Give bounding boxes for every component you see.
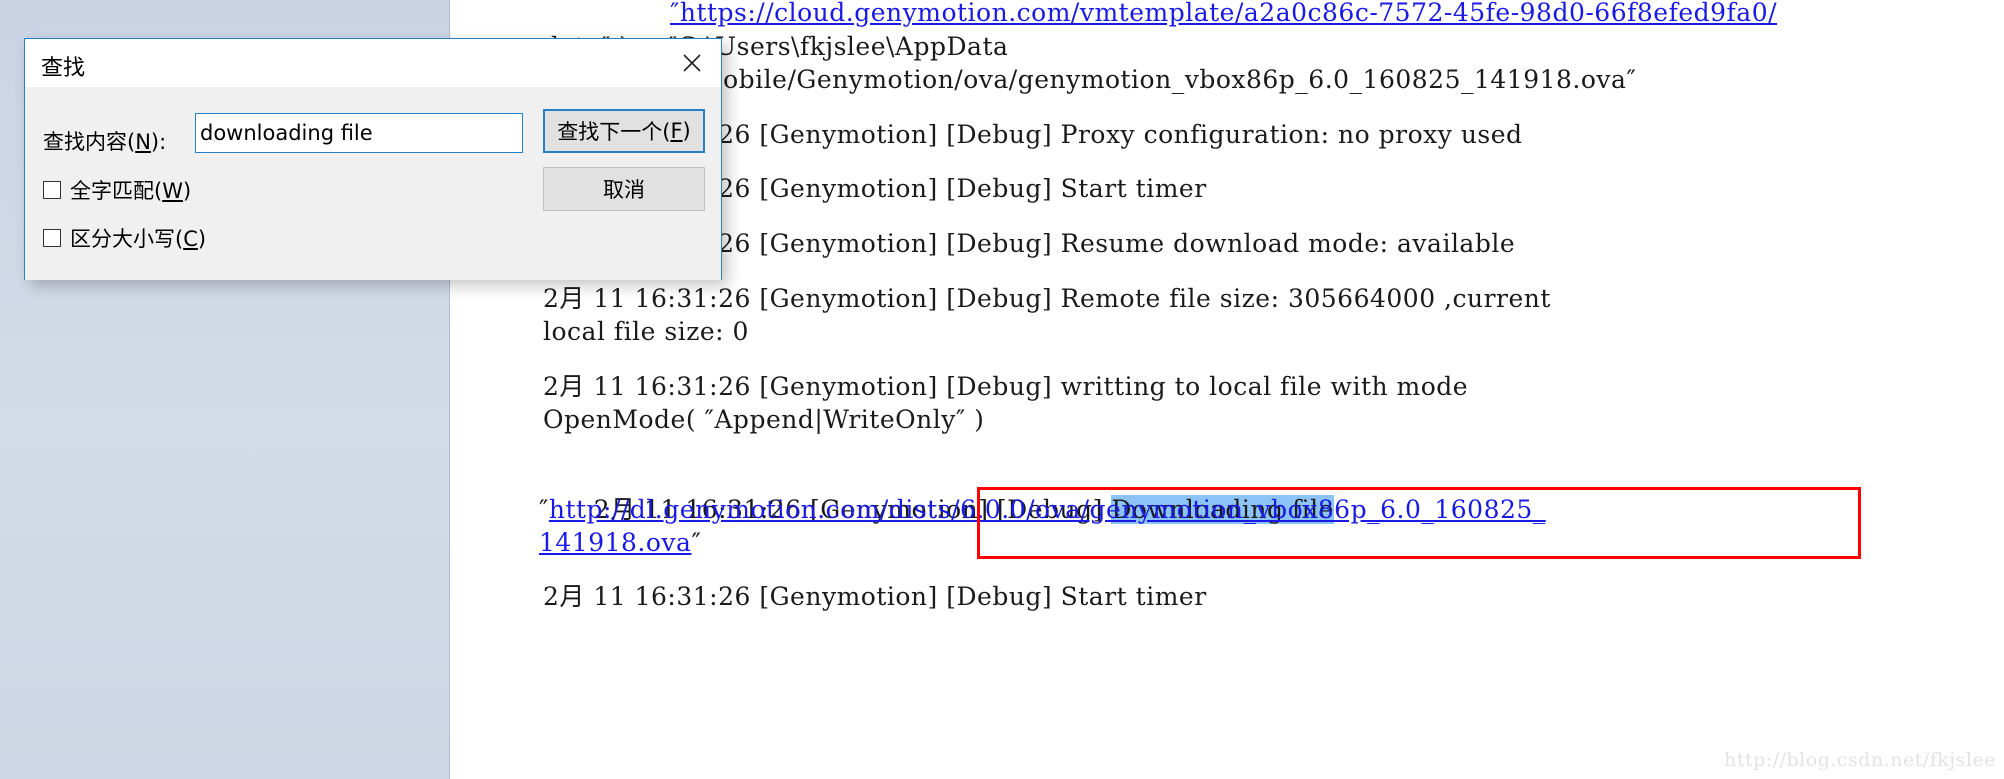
find-what-accesskey: N (135, 130, 151, 154)
find-dialog: 查找 查找内容(N): 全字匹配(W) 区分大小写(C) 查找下一个(F) 取消 (24, 38, 722, 280)
checkbox-match-case[interactable]: 区分大小写(C) (43, 223, 206, 253)
log-line: 2月 11 16:31:26 [Genymotion] [Debug] Star… (543, 582, 1207, 611)
quote-glyph: ″ (691, 528, 702, 557)
download-url-link[interactable]: http://dl.genymotion.com/dists/6.0.0/ova… (549, 495, 1546, 524)
download-url-link-cont[interactable]: 141918.ova (539, 528, 691, 557)
cancel-label: 取消 (603, 178, 645, 202)
find-what-label: 查找内容(N): (43, 126, 166, 156)
find-what-label-pre: 查找内容( (43, 130, 136, 154)
close-icon-glyph (683, 54, 701, 72)
find-next-accesskey: F (670, 119, 683, 143)
cb-whole-post: ) (182, 179, 192, 203)
checkbox-whole-word[interactable]: 全字匹配(W) (43, 175, 191, 205)
find-next-label-post: ) (682, 119, 691, 143)
close-icon[interactable] (663, 39, 721, 87)
log-line-url-boxed-1: ″http://dl.genymotion.com/dists/6.0.0/ov… (539, 493, 1546, 527)
dialog-title: 查找 (41, 56, 86, 81)
log-line: 2月 11 16:31:26 [Genymotion] [Debug] Remo… (543, 284, 1551, 313)
checkbox-box-match-case[interactable] (43, 229, 61, 247)
cb-case-post: ) (197, 227, 207, 251)
search-input[interactable] (195, 113, 523, 153)
log-line: 2月 11 16:31:26 [Genymotion] [Debug] writ… (543, 372, 1469, 401)
checkbox-whole-word-label: 全字匹配(W) (70, 175, 191, 205)
checkbox-match-case-label: 区分大小写(C) (70, 223, 206, 253)
checkbox-box-whole-word[interactable] (43, 181, 61, 199)
log-line: local file size: 0 (543, 317, 749, 346)
cb-case-key: C (183, 227, 198, 251)
dialog-title-bar: 查找 (25, 39, 721, 87)
find-next-label-pre: 查找下一个( (557, 120, 671, 144)
log-line-url-top[interactable]: ″https://cloud.genymotion.com/vmtemplate… (670, 0, 1777, 30)
cb-case-pre: 区分大小写( (70, 227, 184, 251)
log-line: OpenMode( ″Append|WriteOnly″ ) (543, 405, 985, 434)
find-next-button[interactable]: 查找下一个(F) (543, 109, 705, 153)
cancel-button[interactable]: 取消 (543, 167, 705, 211)
dialog-body: 查找内容(N): 全字匹配(W) 区分大小写(C) 查找下一个(F) 取消 (25, 87, 721, 280)
log-line-url-boxed-2: 141918.ova″ (539, 526, 701, 560)
find-what-label-post: ): (150, 130, 167, 154)
quote-glyph: ″ (539, 495, 549, 524)
cb-whole-pre: 全字匹配( (70, 179, 163, 203)
blog-watermark: http://blog.csdn.net/fkjslee (1724, 749, 1996, 771)
cb-whole-key: W (162, 179, 183, 203)
